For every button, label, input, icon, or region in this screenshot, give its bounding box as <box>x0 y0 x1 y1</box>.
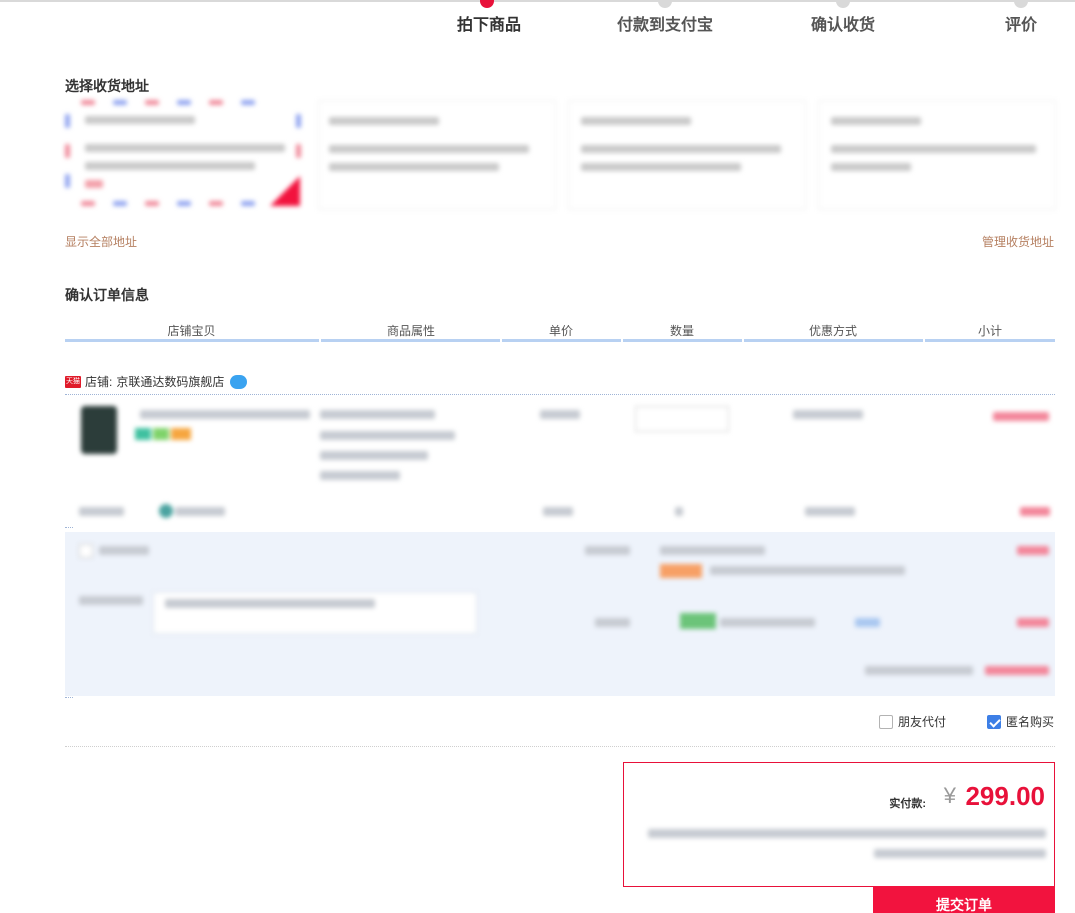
header-underline <box>623 339 742 342</box>
step-place-order: 拍下商品 <box>457 17 522 34</box>
col-quantity: 数量 <box>669 324 694 338</box>
order-section-title: 确认订单信息 <box>65 287 149 303</box>
top-border <box>0 0 1075 2</box>
row-divider <box>65 527 73 528</box>
shop-divider <box>65 394 1055 395</box>
step-dot <box>658 0 672 8</box>
wangwang-chat-icon[interactable] <box>230 374 248 389</box>
quantity-stepper[interactable] <box>635 406 729 432</box>
tmall-badge: 天猫 <box>65 375 81 388</box>
actual-payment-amount: 299.00 <box>965 781 1045 811</box>
selected-corner-mark <box>270 176 300 206</box>
friend-pay-option[interactable]: 朋友代付 <box>879 713 946 730</box>
payment-summary-box: 实付款: ¥ 299.00 <box>623 762 1055 887</box>
friend-pay-checkbox[interactable] <box>879 714 893 729</box>
actual-payment-label: 实付款: <box>889 798 926 810</box>
step-dot <box>1014 0 1028 8</box>
friend-pay-label: 朋友代付 <box>898 715 947 729</box>
anonymous-option[interactable]: 匿名购买 <box>987 713 1054 730</box>
shop-line: 天猫 店铺: 京联通达数码旗舰店 <box>65 373 248 390</box>
address-card[interactable] <box>318 100 556 210</box>
col-shop-item: 店铺宝贝 <box>167 324 216 338</box>
anonymous-checkbox[interactable] <box>987 714 1001 729</box>
shipping-address-summary <box>624 823 1054 863</box>
header-underline <box>321 339 500 342</box>
step-dot <box>836 0 850 8</box>
col-discount: 优惠方式 <box>808 324 857 338</box>
step-review: 评价 <box>1005 17 1038 34</box>
submit-order-button[interactable]: 提交订单 <box>873 886 1055 913</box>
col-subtotal: 小计 <box>977 324 1002 338</box>
product-thumbnail[interactable] <box>81 406 117 454</box>
order-item-row <box>65 400 1055 530</box>
header-underline <box>744 339 923 342</box>
panel-divider <box>65 697 73 698</box>
shop-prefix: 店铺: <box>85 375 113 389</box>
step-confirm-receipt: 确认收货 <box>811 17 876 34</box>
address-card[interactable] <box>568 100 806 210</box>
anonymous-label: 匿名购买 <box>1006 715 1055 729</box>
header-underline <box>502 339 621 342</box>
col-unit-price: 单价 <box>548 324 573 338</box>
currency-symbol: ¥ <box>943 783 956 808</box>
option-checkbox[interactable] <box>79 544 93 558</box>
step-pay-alipay: 付款到支付宝 <box>617 17 714 34</box>
manage-addresses-link[interactable]: 管理收货地址 <box>982 233 1054 250</box>
section-separator <box>65 746 1055 747</box>
col-attributes: 商品属性 <box>386 324 435 338</box>
address-card-selected[interactable] <box>65 100 301 208</box>
order-options-panel <box>65 532 1055 696</box>
shop-name-link[interactable]: 京联通达数码旗舰店 <box>116 373 224 390</box>
address-section-title: 选择收货地址 <box>65 78 149 94</box>
step-active-dot <box>480 0 494 8</box>
header-underline <box>925 339 1055 342</box>
show-all-addresses-link[interactable]: 显示全部地址 <box>65 233 137 250</box>
address-card[interactable] <box>818 100 1056 210</box>
header-underline <box>65 339 319 342</box>
